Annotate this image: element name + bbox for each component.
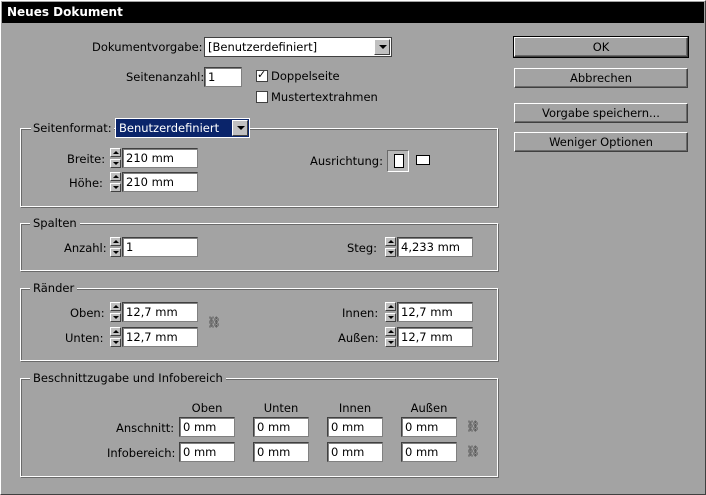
slug-outside-input[interactable]: 0 mm — [401, 442, 457, 462]
margin-outside-label: Außen: — [338, 331, 379, 345]
slug-label: Infobereich: — [107, 446, 176, 460]
chain-link-icon[interactable]: ⛓ — [207, 315, 221, 331]
margin-inside-input[interactable]: 12,7 mm — [397, 302, 473, 322]
slug-inside-input[interactable]: 0 mm — [327, 442, 383, 462]
slug-top-input[interactable]: 0 mm — [179, 442, 235, 462]
width-label: Breite: — [67, 152, 106, 166]
margin-top-input[interactable]: 12,7 mm — [122, 302, 198, 322]
bleed-outside-input[interactable]: 0 mm — [401, 417, 457, 437]
chain-link-icon[interactable]: ⛓ — [466, 419, 480, 435]
columns-count-input[interactable]: 1 — [122, 237, 198, 257]
columns-title: Spalten — [30, 216, 80, 230]
width-input[interactable]: 210 mm — [122, 148, 198, 168]
margin-top-stepper[interactable] — [110, 302, 121, 322]
width-stepper[interactable] — [110, 148, 121, 168]
stepper-up-icon[interactable] — [110, 172, 121, 181]
margin-bottom-label: Unten: — [65, 331, 104, 345]
bleed-col-top: Oben — [191, 401, 223, 415]
chevron-down-icon[interactable] — [374, 39, 390, 55]
stepper-up-icon[interactable] — [110, 148, 121, 157]
margins-title: Ränder — [30, 281, 78, 295]
stepper-up-icon[interactable] — [110, 237, 121, 246]
gutter-stepper[interactable] — [385, 237, 396, 257]
bleed-col-bottom: Unten — [263, 401, 299, 415]
title-bar: Neues Dokument — [2, 2, 704, 23]
page-size-label: Seitenformat: — [31, 121, 114, 135]
preset-value: [Benutzerdefiniert] — [208, 40, 318, 54]
margin-bottom-stepper[interactable] — [110, 327, 121, 347]
chevron-down-icon[interactable] — [232, 120, 248, 136]
landscape-orientation-icon — [416, 155, 430, 165]
landscape-orientation-button[interactable] — [412, 150, 434, 172]
cancel-button[interactable]: Abbrechen — [514, 68, 688, 88]
stepper-up-icon[interactable] — [110, 302, 121, 311]
margin-outside-stepper[interactable] — [385, 327, 396, 347]
stepper-up-icon[interactable] — [110, 327, 121, 336]
margin-top-label: Oben: — [70, 306, 105, 320]
ok-button[interactable]: OK — [513, 36, 689, 58]
facing-pages-label: Doppelseite — [271, 69, 340, 83]
bleed-label: Anschnitt: — [116, 421, 175, 435]
facing-pages-checkbox[interactable] — [256, 68, 268, 82]
height-input[interactable]: 210 mm — [122, 172, 198, 192]
margin-outside-input[interactable]: 12,7 mm — [397, 327, 473, 347]
bleed-bottom-input[interactable]: 0 mm — [253, 417, 309, 437]
margin-inside-label: Innen: — [342, 306, 379, 320]
stepper-down-icon[interactable] — [385, 338, 396, 347]
orientation-label: Ausrichtung: — [310, 154, 383, 168]
page-size-value: Benutzerdefiniert — [119, 121, 220, 135]
columns-count-stepper[interactable] — [110, 237, 121, 257]
master-text-frame-label: Mustertextrahmen — [271, 90, 378, 104]
fewer-options-button[interactable]: Weniger Optionen — [514, 132, 688, 152]
stepper-down-icon[interactable] — [385, 313, 396, 322]
stepper-down-icon[interactable] — [110, 338, 121, 347]
bleed-slug-title: Beschnittzugabe und Infobereich — [30, 371, 226, 385]
margins-group — [20, 288, 498, 361]
portrait-orientation-icon — [394, 154, 404, 168]
height-label: Höhe: — [69, 176, 103, 190]
stepper-down-icon[interactable] — [110, 159, 121, 168]
preset-label: Dokumentvorgabe: — [92, 40, 203, 54]
stepper-down-icon[interactable] — [110, 248, 121, 257]
portrait-orientation-button[interactable] — [387, 150, 409, 172]
save-preset-button[interactable]: Vorgabe speichern... — [514, 103, 688, 123]
stepper-up-icon[interactable] — [385, 237, 396, 246]
height-stepper[interactable] — [110, 172, 121, 192]
slug-bottom-input[interactable]: 0 mm — [253, 442, 309, 462]
stepper-up-icon[interactable] — [385, 327, 396, 336]
new-document-dialog: Neues Dokument Dokumentvorgabe: [Benutze… — [0, 0, 706, 495]
bleed-inside-input[interactable]: 0 mm — [327, 417, 383, 437]
gutter-input[interactable]: 4,233 mm — [397, 237, 473, 257]
stepper-down-icon[interactable] — [385, 248, 396, 257]
stepper-up-icon[interactable] — [385, 302, 396, 311]
stepper-down-icon[interactable] — [110, 313, 121, 322]
margin-bottom-input[interactable]: 12,7 mm — [122, 327, 198, 347]
pages-input[interactable]: 1 — [204, 67, 242, 87]
gutter-label: Steg: — [347, 241, 378, 255]
bleed-col-inside: Innen — [338, 401, 372, 415]
preset-dropdown[interactable]: [Benutzerdefiniert] — [204, 37, 392, 57]
margin-inside-stepper[interactable] — [385, 302, 396, 322]
chain-link-icon[interactable]: ⛓ — [466, 444, 480, 460]
bleed-top-input[interactable]: 0 mm — [179, 417, 235, 437]
pages-label: Seitenanzahl: — [126, 70, 205, 84]
bleed-col-outside: Außen — [410, 401, 448, 415]
stepper-down-icon[interactable] — [110, 183, 121, 192]
page-size-dropdown[interactable]: Benutzerdefiniert — [115, 118, 250, 138]
master-text-frame-checkbox[interactable] — [256, 91, 268, 103]
columns-count-label: Anzahl: — [64, 241, 107, 255]
